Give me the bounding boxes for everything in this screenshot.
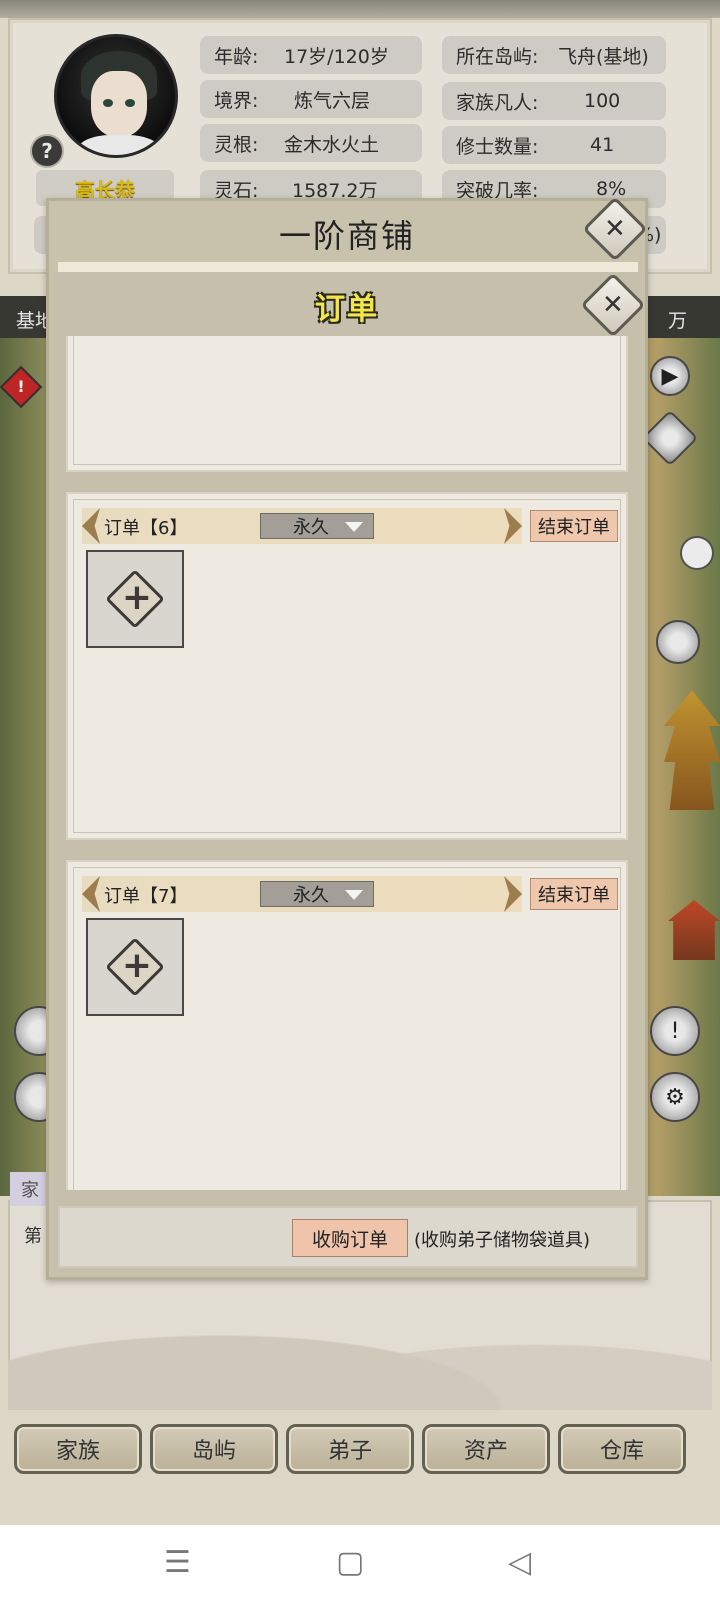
chevron-down-icon — [345, 522, 363, 532]
order-label: 订单【7】 — [104, 886, 188, 907]
buy-order-note: (收购弟子储物袋道具) — [414, 1230, 591, 1251]
add-item-slot[interactable]: + — [86, 550, 184, 648]
duration-value: 永久 — [293, 885, 329, 906]
order-card: 订单【7】 永久 结束订单 + — [66, 860, 628, 1192]
arrow-right-icon[interactable] — [504, 508, 522, 544]
close-icon: ✕ — [604, 213, 626, 244]
buy-order-button[interactable]: 收购订单 — [292, 1219, 408, 1257]
add-item-slot[interactable]: + — [86, 918, 184, 1016]
end-order-button[interactable]: 结束订单 — [530, 878, 618, 910]
plus-icon: + — [121, 945, 153, 986]
game-screen: ? 高长恭 年龄: 17岁/120岁 境界: 炼气六层 灵根: 金木水火土 灵石… — [0, 0, 720, 1525]
home-icon[interactable]: ▢ — [336, 1545, 364, 1580]
arrow-right-icon[interactable] — [504, 876, 522, 912]
arrow-left-icon[interactable] — [82, 876, 100, 912]
order-list[interactable]: 订单【6】 永久 结束订单 + 订单【7】 永久 结束订单 + — [62, 336, 634, 1192]
menu-icon[interactable]: ☰ — [164, 1545, 191, 1580]
duration-dropdown[interactable]: 永久 — [260, 881, 374, 907]
order-label: 订单【6】 — [104, 518, 188, 539]
chevron-down-icon — [345, 890, 363, 900]
order-title: 订单 — [315, 292, 379, 327]
order-card-partial — [66, 336, 628, 472]
arrow-left-icon[interactable] — [82, 508, 100, 544]
plus-icon: + — [121, 577, 153, 618]
scroll-edge — [62, 1190, 634, 1204]
back-icon[interactable]: ◁ — [508, 1545, 531, 1580]
end-order-button[interactable]: 结束订单 — [530, 510, 618, 542]
duration-value: 永久 — [293, 517, 329, 538]
order-header-bar: 订单【7】 永久 — [82, 876, 522, 912]
order-header-bar: 订单【6】 永久 — [82, 508, 522, 544]
order-card: 订单【6】 永久 结束订单 + — [66, 492, 628, 840]
shop-divider — [58, 262, 638, 272]
shop-title: 一阶商铺 — [278, 218, 415, 254]
duration-dropdown[interactable]: 永久 — [260, 513, 374, 539]
close-icon: ✕ — [602, 289, 624, 320]
